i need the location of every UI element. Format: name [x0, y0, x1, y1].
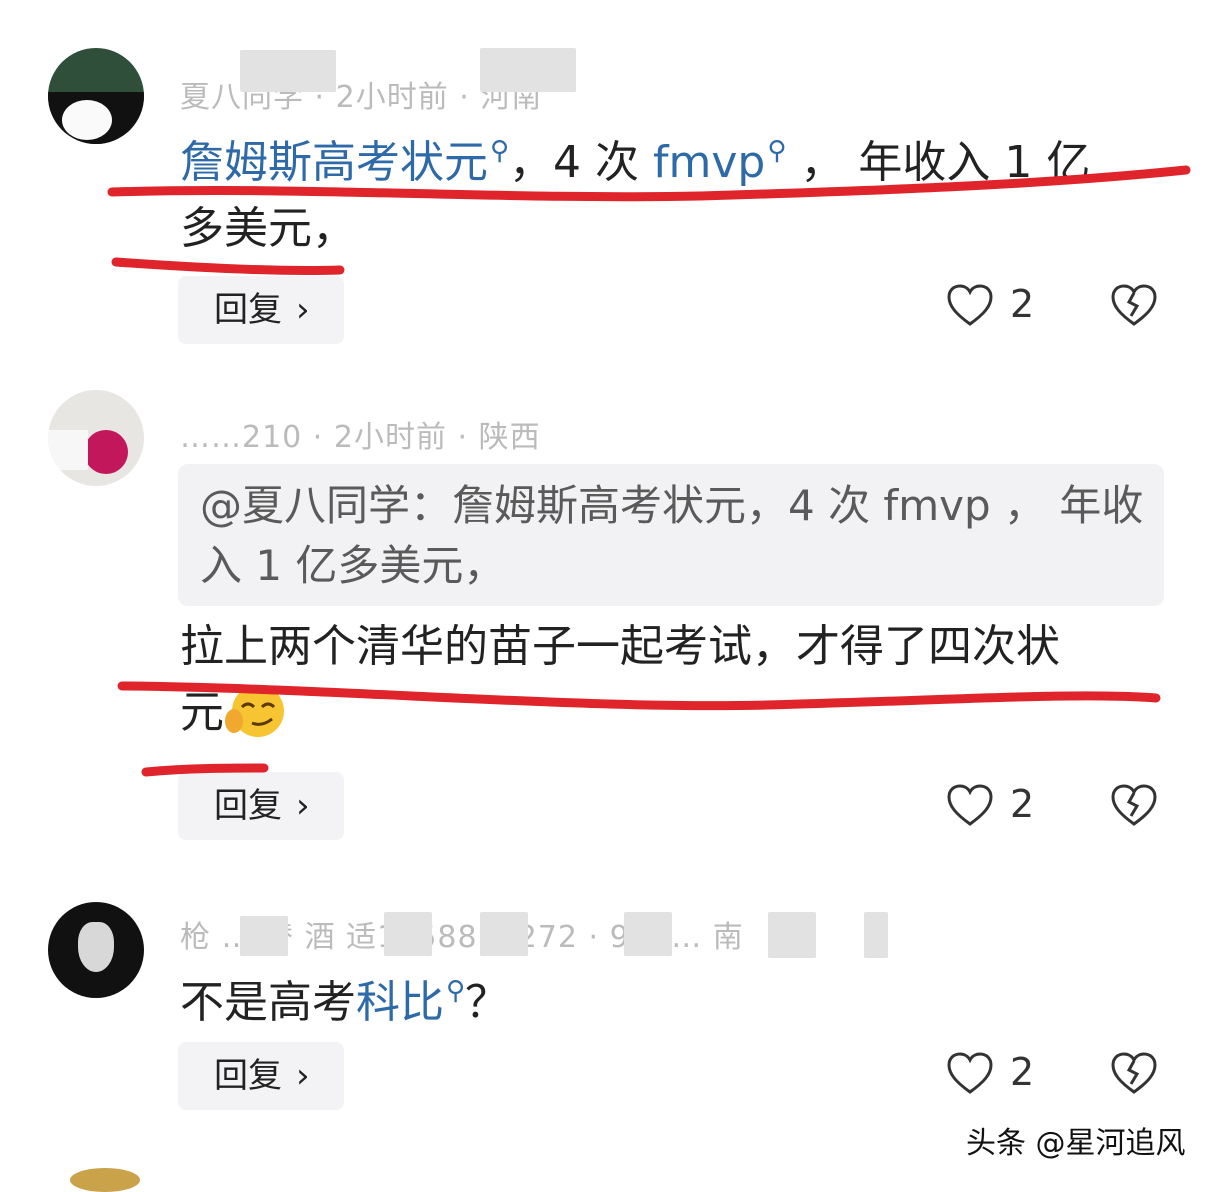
dislike-button[interactable] — [1110, 780, 1158, 836]
heart-outline-icon — [947, 1052, 993, 1094]
blurred-username — [240, 916, 288, 956]
heart-outline-icon — [947, 784, 993, 826]
like-count: 2 — [1010, 1050, 1035, 1094]
chevron-right-icon: › — [296, 786, 310, 826]
quoted-text: @夏八同学：詹姆斯高考状元，4 次 fmvp ， 年收入 1 亿多美元， — [200, 481, 1144, 590]
comment-meta: ……210 · 2小时前 · 陕西 — [180, 420, 541, 455]
smirk-emoji-icon — [224, 683, 288, 758]
like-button[interactable]: 2 — [946, 280, 1066, 336]
avatar[interactable] — [48, 902, 144, 998]
blurred-location — [768, 912, 816, 958]
blurred-time — [480, 48, 576, 92]
comment-text: 拉上两个清华的苗子一起考试，才得了四次状 元 — [180, 614, 1170, 758]
reply-button[interactable]: 回复 › — [178, 1042, 344, 1110]
broken-heart-icon — [1111, 1052, 1157, 1094]
magnifier-icon[interactable]: ⚲ — [490, 136, 509, 166]
comment-text: 詹姆斯高考状元⚲，4 次 fmvp⚲ ， 年收入 1 亿 多美元， — [180, 136, 1091, 254]
comment-text: 不是高考科比⚲？ — [180, 976, 510, 1028]
broken-heart-icon — [1111, 284, 1157, 326]
blurred-time — [624, 912, 672, 956]
topic-link[interactable]: 科比 — [356, 977, 444, 1028]
broken-heart-icon — [1111, 784, 1157, 826]
chevron-right-icon: › — [296, 290, 310, 330]
like-count: 2 — [1010, 282, 1035, 326]
topic-link[interactable]: 詹姆斯高考状元 — [180, 137, 488, 188]
quoted-comment[interactable]: @夏八同学：詹姆斯高考状元，4 次 fmvp ， 年收入 1 亿多美元， — [178, 464, 1164, 606]
magnifier-icon[interactable]: ⚲ — [446, 976, 465, 1006]
like-button[interactable]: 2 — [946, 1048, 1066, 1104]
avatar[interactable] — [48, 48, 144, 144]
topic-link[interactable]: fmvp — [653, 137, 765, 188]
dislike-button[interactable] — [1110, 280, 1158, 336]
heart-outline-icon — [947, 284, 993, 326]
watermark: 头条 @星河追风 — [966, 1126, 1186, 1161]
blurred-username — [384, 912, 432, 956]
blurred-username — [240, 50, 336, 92]
underline-stroke — [111, 257, 345, 276]
reply-button[interactable]: 回复 › — [178, 772, 344, 840]
dislike-button[interactable] — [1110, 1048, 1158, 1104]
blurred-username — [480, 912, 528, 956]
chevron-right-icon: › — [296, 1056, 310, 1096]
avatar[interactable] — [70, 1168, 140, 1192]
magnifier-icon[interactable]: ⚲ — [767, 136, 786, 166]
like-count: 2 — [1010, 782, 1035, 826]
like-button[interactable]: 2 — [946, 780, 1066, 836]
blurred-location — [864, 912, 888, 958]
reply-button[interactable]: 回复 › — [178, 276, 344, 344]
avatar[interactable] — [48, 390, 144, 486]
